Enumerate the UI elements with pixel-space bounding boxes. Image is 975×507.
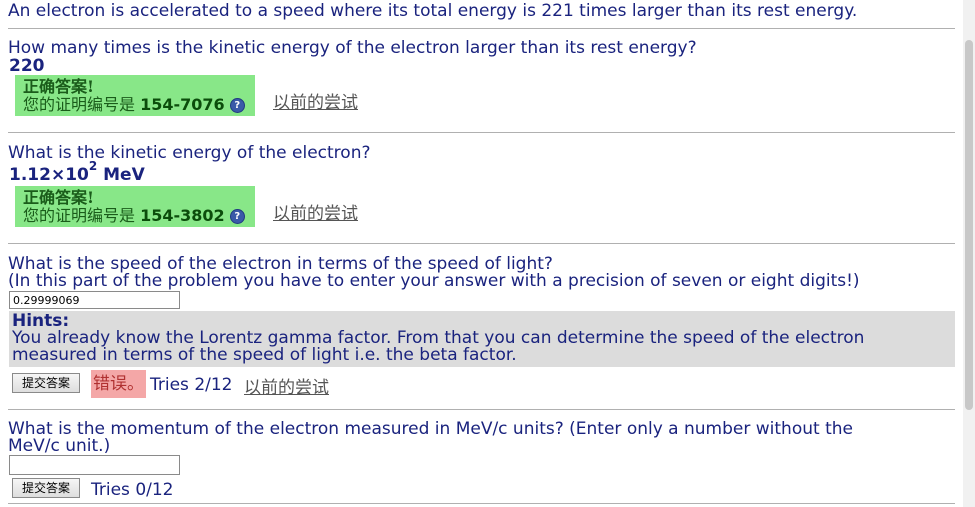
divider — [8, 28, 955, 29]
divider — [8, 409, 955, 410]
divider — [8, 503, 955, 504]
incorrect-badge: 错误。 — [91, 370, 146, 398]
momentum-answer-input[interactable] — [9, 455, 180, 475]
previous-attempts-link[interactable]: 以前的尝试 — [244, 373, 329, 398]
divider — [8, 243, 955, 244]
question-1-answer: 220 — [9, 56, 45, 76]
certificate-label: 您的证明编号是 — [23, 95, 136, 114]
submit-answer-button[interactable]: 提交答案 — [12, 373, 80, 393]
hints-line-2: measured in terms of the speed of light … — [12, 345, 517, 365]
speed-answer-input[interactable]: 0.29999069 — [9, 291, 180, 309]
question-circle-icon[interactable]: ? — [229, 209, 245, 224]
previous-attempts-link[interactable]: 以前的尝试 — [273, 88, 358, 113]
question-4-text-line-2: MeV/c unit.) — [8, 436, 111, 456]
vertical-scrollbar[interactable] — [963, 0, 975, 507]
question-2-answer: 1.12×102 MeV — [9, 159, 145, 185]
question-circle-icon[interactable]: ? — [229, 98, 245, 113]
tries-count: Tries 2/12 — [150, 375, 233, 395]
correct-title: 正确答案! — [23, 188, 95, 207]
question-2-correct-box: 正确答案! 您的证明编号是 154-3802 ? — [15, 186, 255, 227]
certificate-label: 您的证明编号是 — [23, 206, 136, 225]
question-1-text: How many times is the kinetic energy of … — [8, 38, 697, 58]
question-3-note: (In this part of the problem you have to… — [8, 271, 860, 291]
question-2-text: What is the kinetic energy of the electr… — [8, 143, 371, 163]
question-1-correct-box: 正确答案! 您的证明编号是 154-7076 ? — [15, 75, 255, 116]
certificate-code: 154-3802 — [140, 206, 225, 225]
tries-count: Tries 0/12 — [91, 480, 174, 500]
scrollbar-thumb[interactable] — [965, 40, 973, 410]
previous-attempts-link[interactable]: 以前的尝试 — [273, 199, 358, 224]
problem-statement: An electron is accelerated to a speed wh… — [8, 1, 858, 21]
divider — [8, 132, 955, 133]
certificate-code: 154-7076 — [140, 95, 225, 114]
hints-box: Hints: You already know the Lorentz gamm… — [9, 311, 955, 367]
correct-title: 正确答案! — [23, 77, 95, 96]
question-4-text-line-1: What is the momentum of the electron mea… — [8, 419, 853, 439]
submit-answer-button[interactable]: 提交答案 — [12, 478, 80, 498]
